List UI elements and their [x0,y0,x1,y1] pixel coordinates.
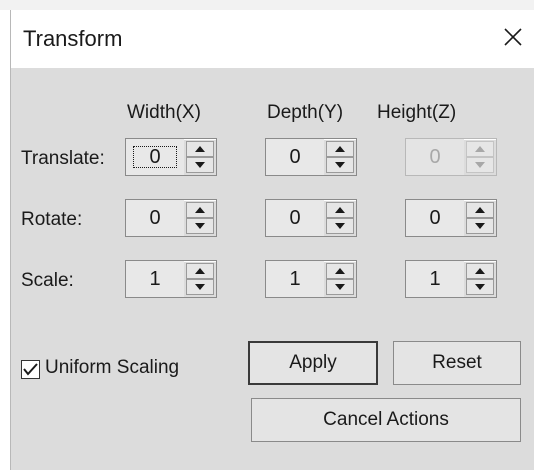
spin-up-button[interactable] [326,202,354,218]
spin-down-arrow-icon [475,162,485,168]
row-label-rotate: Rotate: [21,209,83,230]
spin-buttons [466,263,494,295]
checkmark-icon [23,363,38,376]
column-header-depth: Depth(Y) [267,102,344,123]
spin-down-arrow-icon [195,162,205,168]
rotate-x-spinner[interactable]: 0 [125,199,217,237]
dialog-title: Transform [23,26,123,51]
rotate-y-spinner[interactable]: 0 [265,199,357,237]
spin-up-button[interactable] [466,202,494,218]
spin-buttons [326,141,354,173]
spin-buttons [186,202,214,234]
scale-y-spinner[interactable]: 1 [265,260,357,298]
spin-down-button[interactable] [326,218,354,234]
spin-down-arrow-icon [195,284,205,290]
spin-up-button[interactable] [466,263,494,279]
close-button[interactable] [498,20,528,54]
uniform-scaling-checkbox[interactable] [21,360,40,379]
scale-y-value[interactable]: 1 [266,261,324,297]
spin-down-button[interactable] [466,218,494,234]
spin-up-arrow-icon [335,207,345,213]
row-label-translate: Translate: [21,148,105,169]
spin-down-arrow-icon [475,284,485,290]
spin-down-arrow-icon [335,223,345,229]
spin-up-button[interactable] [186,141,214,157]
spin-buttons [326,263,354,295]
scale-z-spinner[interactable]: 1 [405,260,497,298]
spin-up-button[interactable] [326,263,354,279]
spin-up-button[interactable] [186,202,214,218]
scale-x-spinner[interactable]: 1 [125,260,217,298]
spin-down-arrow-icon [195,223,205,229]
spin-up-arrow-icon [195,207,205,213]
spin-up-arrow-icon [195,268,205,274]
spin-up-arrow-icon [335,268,345,274]
spin-down-button[interactable] [326,157,354,173]
spin-buttons [186,263,214,295]
spin-down-button[interactable] [186,157,214,173]
spin-up-arrow-icon [475,268,485,274]
spin-buttons [466,141,494,173]
apply-button[interactable]: Apply [248,341,378,385]
rotate-z-spinner[interactable]: 0 [405,199,497,237]
spin-buttons [326,202,354,234]
spin-down-arrow-icon [335,284,345,290]
spin-up-button[interactable] [326,141,354,157]
rotate-z-value[interactable]: 0 [406,200,464,236]
uniform-scaling-label[interactable]: Uniform Scaling [45,357,179,379]
translate-y-spinner[interactable]: 0 [265,138,357,176]
column-header-height: Height(Z) [377,102,457,123]
spin-down-button[interactable] [186,279,214,295]
scale-z-value[interactable]: 1 [406,261,464,297]
translate-z-value: 0 [406,139,464,175]
translate-y-value[interactable]: 0 [266,139,324,175]
spin-up-button[interactable] [186,263,214,279]
row-label-scale: Scale: [21,270,74,291]
spin-up-arrow-icon [475,146,485,152]
translate-x-value[interactable]: 0 [126,139,184,175]
spin-up-arrow-icon [475,207,485,213]
spin-down-button[interactable] [186,218,214,234]
translate-x-spinner[interactable]: 0 [125,138,217,176]
spin-up-arrow-icon [195,146,205,152]
cancel-actions-button[interactable]: Cancel Actions [251,398,521,442]
reset-button[interactable]: Reset [393,341,521,385]
scale-x-value[interactable]: 1 [126,261,184,297]
translate-z-spinner: 0 [405,138,497,176]
spin-down-button [466,157,494,173]
spin-down-arrow-icon [335,162,345,168]
rotate-y-value[interactable]: 0 [266,200,324,236]
transform-dialog: Transform Width(X) Depth(Y) Height(Z) Tr… [10,10,534,470]
spin-down-arrow-icon [475,223,485,229]
title-bar[interactable]: Transform [11,10,534,68]
spin-down-button[interactable] [466,279,494,295]
column-header-width: Width(X) [127,102,201,123]
spin-buttons [186,141,214,173]
backdrop-strip [0,0,534,10]
spin-up-button [466,141,494,157]
spin-up-arrow-icon [335,146,345,152]
close-icon [504,28,522,46]
spin-buttons [466,202,494,234]
spin-down-button[interactable] [326,279,354,295]
rotate-x-value[interactable]: 0 [126,200,184,236]
